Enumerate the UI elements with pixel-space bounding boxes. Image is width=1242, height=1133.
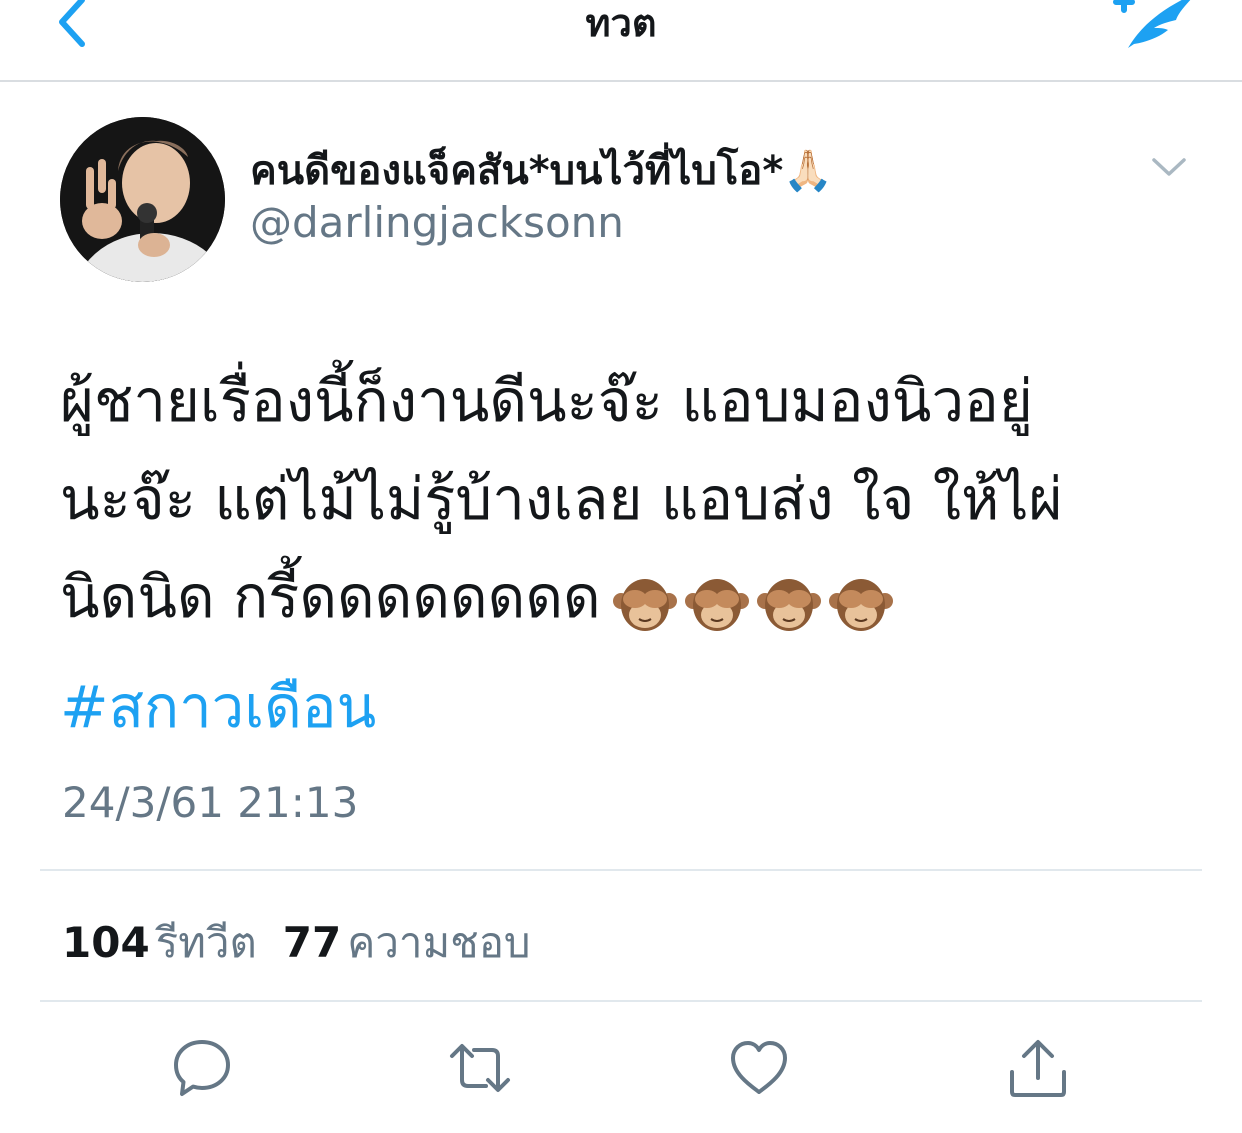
hashtag-link[interactable]: #สกาวเดือน xyxy=(60,660,376,753)
heart-icon[interactable] xyxy=(727,1036,791,1100)
see-no-evil-monkey-icon xyxy=(828,578,893,631)
see-no-evil-monkey-icon xyxy=(612,578,677,631)
tweet-text-line: ผู้ชายเรื่องนี้ก็งานดีนะจ๊ะ แอบมองนิวอยู… xyxy=(60,367,1033,435)
tweet-text-line: นิดนิด กรี้ดดดดดดดด xyxy=(60,548,1200,650)
see-no-evil-monkey-icon xyxy=(684,578,749,631)
like-count[interactable]: 77 xyxy=(283,918,341,967)
see-no-evil-monkey-icon xyxy=(756,578,821,631)
share-icon[interactable] xyxy=(1006,1036,1070,1100)
retweet-count[interactable]: 104 xyxy=(62,918,150,967)
page-title: ทวต xyxy=(585,1,657,45)
tweet-timestamp: 24/3/61 21:13 xyxy=(62,778,359,827)
tweet-stats: 104 รีทวีต 77 ความชอบ xyxy=(62,910,531,976)
divider xyxy=(40,1000,1202,1002)
compose-quill-icon[interactable] xyxy=(1098,0,1208,56)
retweet-label[interactable]: รีทวีต xyxy=(156,918,257,967)
avatar[interactable] xyxy=(60,117,225,282)
tweet-text-line: นะจ๊ะ แต่ไม้ไม่รู้บ้างเลย แอบส่ง ใจ ให้ไ… xyxy=(60,465,1063,533)
retweet-icon[interactable] xyxy=(448,1036,512,1100)
emoji-row xyxy=(612,552,901,650)
reply-icon[interactable] xyxy=(170,1036,234,1100)
tweet-text-line-content: นิดนิด กรี้ดดดดดดดด xyxy=(60,563,601,631)
like-label[interactable]: ความชอบ xyxy=(347,918,530,967)
divider xyxy=(40,869,1202,871)
author-handle[interactable]: @darlingjacksonn xyxy=(250,198,624,247)
author-display-name[interactable]: คนดีของแจ็คสัน*บนไว้ที่ไบโอ*🙏🏻 xyxy=(250,138,833,202)
chevron-down-icon[interactable] xyxy=(1150,152,1188,182)
tweet-text: ผู้ชายเรื่องนี้ก็งานดีนะจ๊ะ แอบมองนิวอยู… xyxy=(60,352,1200,650)
avatar-photo xyxy=(60,117,225,282)
nav-bar: ทวต xyxy=(0,0,1242,82)
